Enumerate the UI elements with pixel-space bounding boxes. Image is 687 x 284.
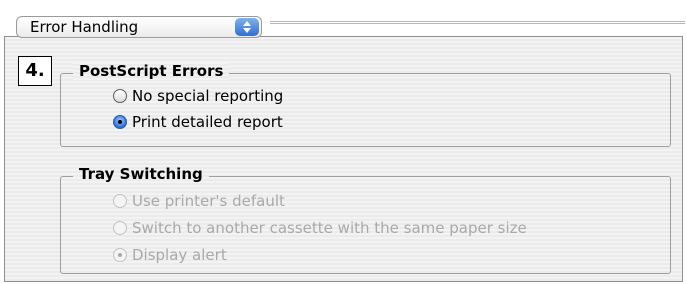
radio-no-special-reporting[interactable]: No special reporting [113,87,283,105]
radio-button-icon [113,221,127,235]
radio-label: Display alert [132,246,227,264]
pane-selector-value: Error Handling [30,18,139,36]
radio-label: Print detailed report [132,113,283,131]
radio-label: No special reporting [132,87,284,105]
tray-switching-title: Tray Switching [73,165,209,183]
radio-button-icon [113,89,127,103]
postscript-errors-group: PostScript Errors [60,62,671,147]
step-number-badge: 4. [18,56,52,86]
header-separator [270,21,685,24]
radio-label: Use printer's default [132,192,285,210]
radio-use-printers-default[interactable]: Use printer's default [113,192,285,210]
radio-selected-icon [113,248,127,262]
radio-button-icon [113,194,127,208]
postscript-errors-title: PostScript Errors [73,62,230,80]
radio-switch-cassette[interactable]: Switch to another cassette with the same… [113,219,527,237]
popup-arrows-icon [235,18,259,36]
radio-display-alert[interactable]: Display alert [113,246,227,264]
radio-label: Switch to another cassette with the same… [132,219,527,237]
radio-print-detailed-report[interactable]: Print detailed report [113,113,283,131]
radio-selected-icon [113,115,127,129]
print-dialog-error-handling: Error Handling 4. PostScript Errors No s… [0,0,687,284]
pane-selector-popup[interactable]: Error Handling [16,16,262,38]
